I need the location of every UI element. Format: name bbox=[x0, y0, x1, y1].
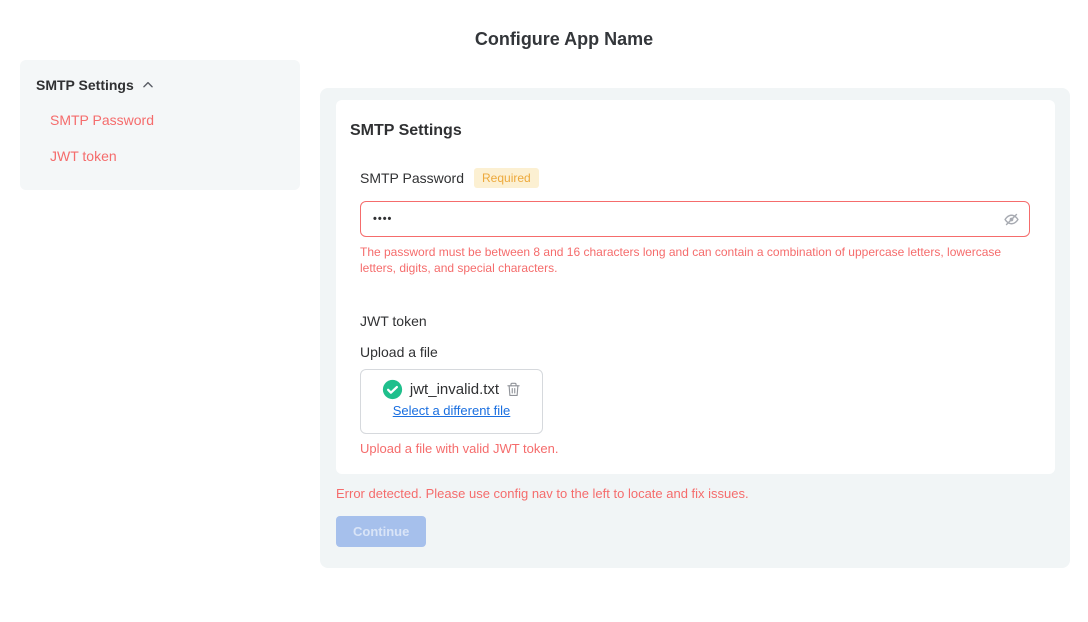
panel-footer: Error detected. Please use config nav to… bbox=[336, 486, 749, 547]
smtp-settings-card: SMTP Settings SMTP Password Required bbox=[336, 100, 1055, 474]
smtp-password-input[interactable] bbox=[360, 201, 1030, 237]
smtp-password-label: SMTP Password bbox=[360, 170, 464, 186]
eye-slash-icon[interactable] bbox=[1003, 211, 1020, 228]
chevron-up-icon bbox=[141, 78, 155, 92]
global-error-message: Error detected. Please use config nav to… bbox=[336, 486, 749, 501]
jwt-token-label: JWT token bbox=[360, 313, 1030, 329]
upload-file-label: Upload a file bbox=[360, 344, 1030, 360]
uploaded-file-row: jwt_invalid.txt bbox=[371, 379, 532, 400]
trash-icon[interactable] bbox=[506, 381, 521, 398]
config-nav-sidebar: SMTP Settings SMTP Password JWT token bbox=[20, 60, 300, 190]
file-upload-box: jwt_invalid.txt Select a different file bbox=[360, 369, 543, 434]
smtp-password-label-row: SMTP Password Required bbox=[360, 168, 1030, 188]
form-content: SMTP Password Required The password must… bbox=[360, 168, 1030, 456]
card-title: SMTP Settings bbox=[350, 122, 1030, 140]
smtp-password-error: The password must be between 8 and 16 ch… bbox=[360, 244, 1030, 276]
smtp-password-field-wrap bbox=[360, 201, 1030, 237]
configure-app-page: Configure App Name SMTP Settings SMTP Pa… bbox=[0, 0, 1088, 622]
config-main-panel: SMTP Settings SMTP Password Required bbox=[320, 88, 1070, 568]
sidebar-section-label: SMTP Settings bbox=[36, 77, 134, 93]
sidebar-items: SMTP Password JWT token bbox=[50, 112, 284, 164]
required-badge: Required bbox=[474, 168, 539, 188]
check-circle-icon bbox=[382, 379, 403, 400]
select-different-file-link[interactable]: Select a different file bbox=[393, 403, 511, 418]
continue-button[interactable]: Continue bbox=[336, 516, 426, 547]
sidebar-section-smtp-settings[interactable]: SMTP Settings bbox=[36, 77, 284, 93]
jwt-token-error: Upload a file with valid JWT token. bbox=[360, 441, 1030, 456]
sidebar-item-jwt-token[interactable]: JWT token bbox=[50, 148, 284, 164]
sidebar-item-smtp-password[interactable]: SMTP Password bbox=[50, 112, 284, 128]
uploaded-file-name: jwt_invalid.txt bbox=[410, 381, 499, 398]
page-title: Configure App Name bbox=[40, 29, 1088, 50]
